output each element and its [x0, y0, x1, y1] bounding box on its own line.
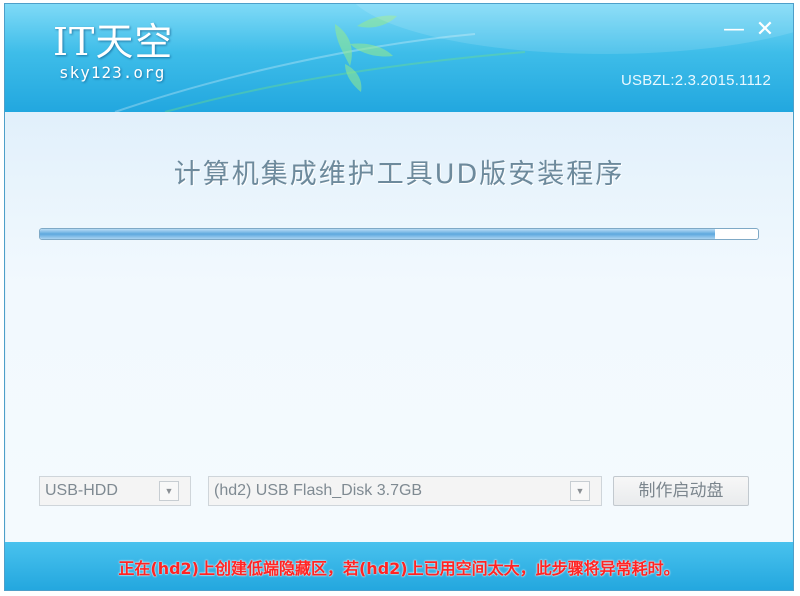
minimize-button[interactable]: — [722, 18, 746, 42]
target-disk-select[interactable]: (hd2) USB Flash_Disk 3.7GB ▼ [208, 476, 602, 506]
page-title: 计算机集成维护工具UD版安装程序 [173, 159, 625, 190]
boot-mode-value: USB-HDD [45, 482, 118, 499]
status-message: 正在(hd2)上创建低端隐藏区，若(hd2)上已用空间太大，此步骤将异常耗时。 [118, 559, 680, 578]
site-logo: IT天空 sky123.org [53, 22, 173, 82]
chevron-down-icon[interactable]: ▼ [159, 481, 179, 501]
target-disk-value: (hd2) USB Flash_Disk 3.7GB [214, 482, 423, 499]
progress-fill [40, 229, 715, 239]
chevron-down-icon[interactable]: ▼ [570, 481, 590, 501]
title-bar[interactable]: IT天空 sky123.org — ✕ USBZL:2.3.2015.1112 [5, 4, 793, 112]
boot-mode-select[interactable]: USB-HDD ▼ [39, 476, 191, 506]
close-button[interactable]: ✕ [753, 18, 777, 42]
progress-bar [39, 228, 759, 240]
logo-url: sky123.org [59, 63, 166, 82]
content-area: 计算机集成维护工具UD版安装程序 USB-HDD ▼ (hd2) USB Fla… [6, 112, 792, 542]
status-bar: 正在(hd2)上创建低端隐藏区，若(hd2)上已用空间太大，此步骤将异常耗时。 [5, 542, 793, 590]
version-label: USBZL:2.3.2015.1112 [620, 72, 771, 89]
installer-window: IT天空 sky123.org — ✕ USBZL:2.3.2015.1112 … [4, 3, 794, 591]
make-bootdisk-button[interactable]: 制作启动盘 [613, 476, 749, 506]
logo-title: IT天空 [53, 20, 174, 64]
